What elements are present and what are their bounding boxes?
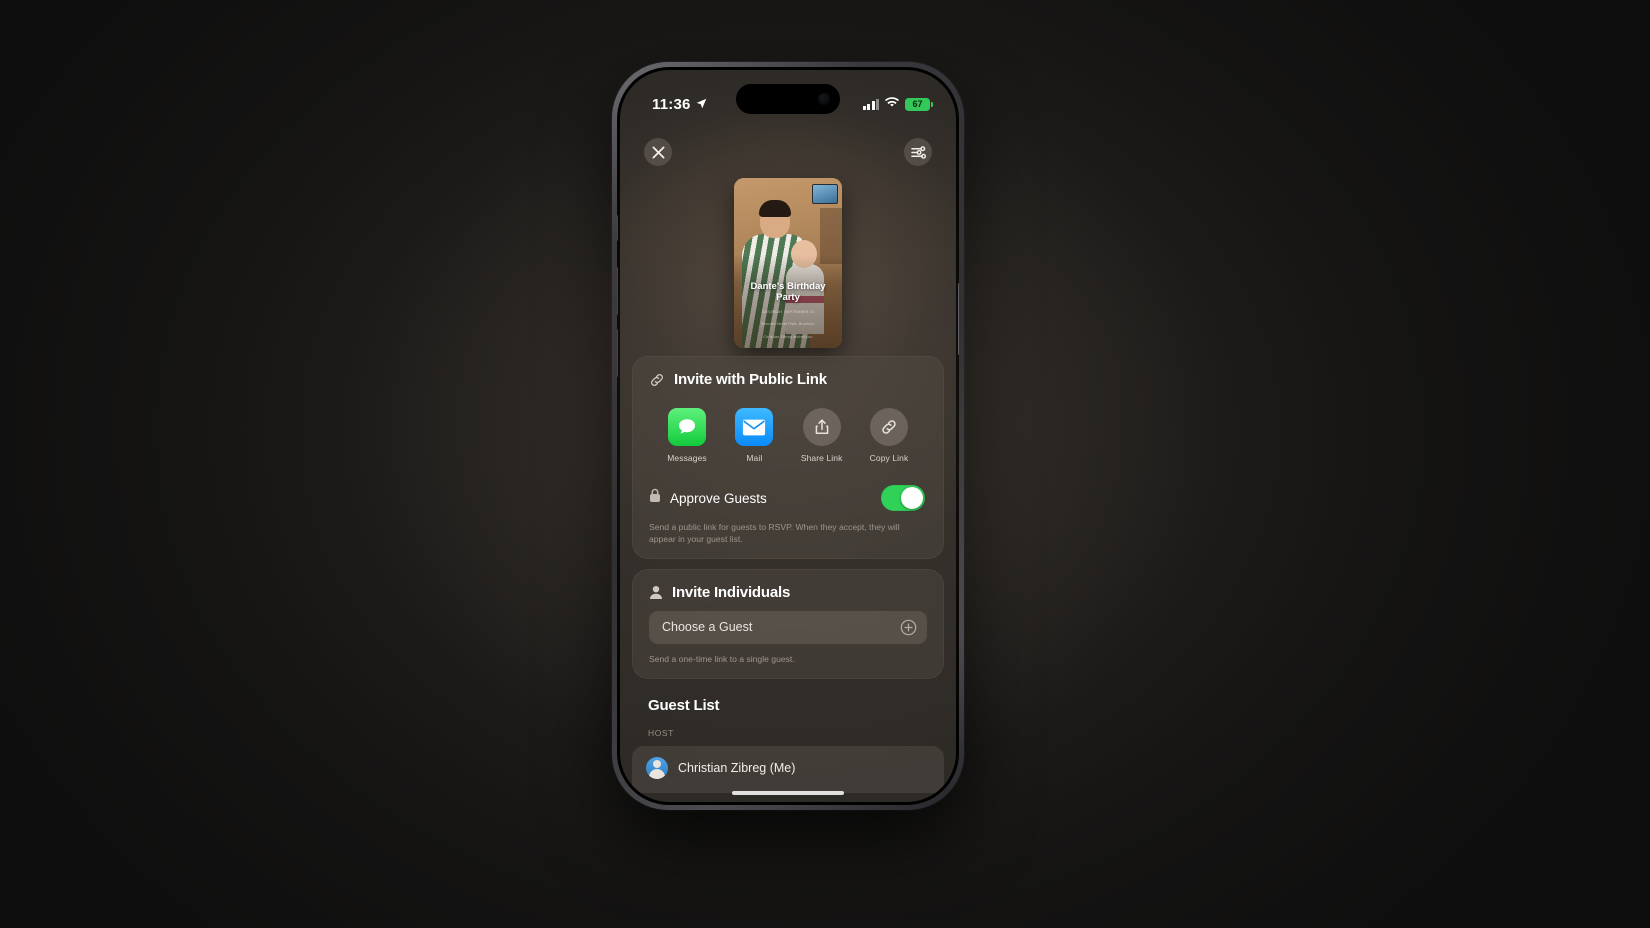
card-title-line2: Party (776, 291, 800, 303)
power-button[interactable] (958, 283, 959, 355)
messages-icon (668, 408, 706, 446)
lock-icon (649, 488, 661, 508)
share-sheet: Invite with Public Link Messages Mail Sh… (620, 356, 956, 802)
guest-name: Christian Zibreg (Me) (678, 760, 796, 775)
status-time: 11:36 (652, 95, 691, 113)
approve-guests-toggle[interactable] (881, 485, 925, 511)
status-indicators: 67 (862, 95, 933, 113)
link-icon (649, 372, 665, 388)
approve-guests-row[interactable]: Approve Guests (633, 463, 943, 511)
approve-guests-label-group: Approve Guests (649, 488, 767, 508)
card-meta-line2: Wonder Street Park, Brooklyn (761, 322, 815, 327)
close-button[interactable] (644, 138, 672, 166)
card-meta-line3: Christian Zibreg invited you (763, 334, 813, 339)
phone-bezel: 11:36 67 Dante's Birthday Party SATURDAY… (617, 67, 959, 805)
sheet-top-bar (620, 132, 956, 172)
volume-up-button[interactable] (617, 267, 618, 315)
guest-list-title: Guest List (648, 696, 720, 714)
avatar (646, 756, 668, 779)
share-option-label: Messages (667, 453, 707, 463)
wifi-icon (885, 95, 899, 113)
iphone-device: 11:36 67 Dante's Birthday Party SATURDAY… (612, 62, 964, 810)
guest-list-row[interactable]: Christian Zibreg (Me) (632, 745, 944, 793)
battery-indicator: 67 (905, 97, 933, 111)
share-option-mail[interactable]: Mail (726, 408, 782, 463)
cellular-signal-icon (862, 98, 879, 110)
invite-individuals-header: Invite Individuals (633, 584, 943, 601)
share-option-label: Copy Link (869, 453, 909, 463)
share-icon (802, 408, 841, 446)
invite-individuals-panel: Invite Individuals Choose a Guest Send a… (632, 568, 944, 679)
public-link-header: Invite with Public Link (633, 371, 943, 388)
plus-circle-icon[interactable] (900, 619, 917, 636)
person-icon (649, 585, 663, 600)
link-icon (869, 408, 908, 446)
invite-individuals-title: Invite Individuals (672, 583, 791, 601)
public-link-panel: Invite with Public Link Messages Mail Sh… (632, 356, 944, 559)
invite-individuals-caption: Send a one-time link to a single guest. (649, 653, 795, 664)
volume-down-button[interactable] (617, 329, 618, 377)
status-time-group: 11:36 (652, 96, 707, 113)
silence-switch[interactable] (617, 215, 618, 241)
share-option-label: Share Link (800, 453, 843, 463)
card-meta-line1: SATURDAY, SEPTEMBER 21 (761, 310, 815, 315)
front-camera-icon (818, 93, 830, 105)
card-title-line1: Dante's Birthday (750, 280, 826, 292)
invitation-card-preview[interactable]: Dante's Birthday Party SATURDAY, SEPTEMB… (620, 178, 956, 348)
home-indicator[interactable] (732, 791, 844, 795)
options-button[interactable] (904, 138, 932, 166)
choose-guest-field[interactable]: Choose a Guest (649, 610, 927, 644)
guest-list-section: Guest List HOST Christian Zibreg (Me) (632, 679, 944, 793)
share-option-share-link[interactable]: Share Link (794, 408, 850, 463)
phone-screen: 11:36 67 Dante's Birthday Party SATURDAY… (620, 70, 956, 802)
share-options-row: Messages Mail Share Link Copy Link (633, 392, 943, 463)
toggle-knob (901, 487, 923, 509)
guest-list-group-label: HOST (648, 727, 674, 738)
choose-guest-label: Choose a Guest (662, 620, 753, 635)
screenshot-stage: 11:36 67 Dante's Birthday Party SATURDAY… (0, 0, 1650, 928)
card-text-block: Dante's Birthday Party SATURDAY, SEPTEMB… (734, 281, 842, 340)
dynamic-island (736, 84, 840, 114)
share-option-copy-link[interactable]: Copy Link (861, 408, 917, 463)
share-option-label: Mail (746, 453, 763, 463)
mail-icon (735, 408, 774, 446)
public-link-title: Invite with Public Link (674, 371, 827, 388)
approve-guests-label: Approve Guests (670, 490, 767, 506)
invitation-card[interactable]: Dante's Birthday Party SATURDAY, SEPTEMB… (734, 178, 842, 348)
location-arrow-icon (696, 96, 707, 113)
public-link-caption: Send a public link for guests to RSVP. W… (649, 522, 900, 545)
share-option-messages[interactable]: Messages (659, 408, 715, 463)
